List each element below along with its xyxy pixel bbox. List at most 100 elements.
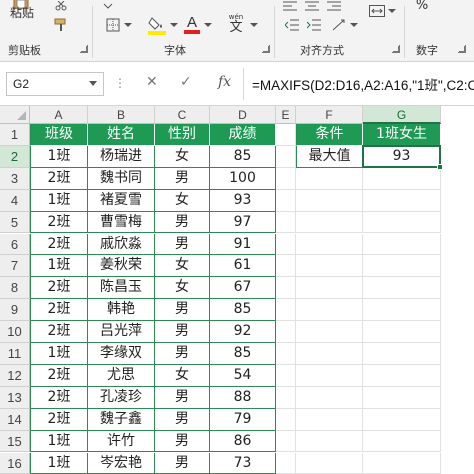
borders-icon[interactable] xyxy=(104,16,122,34)
table-cell[interactable] xyxy=(296,364,363,387)
table-cell[interactable] xyxy=(276,299,296,322)
table-header-cell[interactable]: 性别 xyxy=(155,124,210,146)
table-cell[interactable] xyxy=(296,299,363,322)
table-cell[interactable] xyxy=(363,386,441,409)
table-cell[interactable]: 最大值 xyxy=(296,145,363,168)
column-header-a[interactable]: A xyxy=(30,106,88,124)
row-header[interactable]: 5 xyxy=(0,211,30,234)
row-header[interactable]: 2 xyxy=(0,145,30,168)
table-cell[interactable]: 褚夏雪 xyxy=(88,189,155,212)
table-cell[interactable]: 85 xyxy=(210,343,276,365)
table-cell[interactable] xyxy=(276,124,296,146)
table-cell[interactable]: 吕光萍 xyxy=(88,321,155,343)
cancel-icon[interactable]: ✕ xyxy=(146,74,158,90)
table-cell[interactable]: 79 xyxy=(210,408,276,431)
table-cell[interactable] xyxy=(296,255,363,278)
table-cell[interactable]: 男 xyxy=(155,408,210,431)
table-cell[interactable] xyxy=(363,364,441,387)
table-cell[interactable]: 杨瑞进 xyxy=(88,145,155,168)
table-cell[interactable] xyxy=(276,167,296,190)
table-cell[interactable] xyxy=(296,452,363,474)
table-cell[interactable]: 男 xyxy=(155,452,210,474)
table-cell[interactable]: 2班 xyxy=(30,408,88,431)
table-cell[interactable]: 陈昌玉 xyxy=(88,277,155,300)
row-header[interactable]: 1 xyxy=(0,124,30,146)
column-header-c[interactable]: C xyxy=(155,106,210,124)
orientation-icon[interactable] xyxy=(330,18,348,32)
font-launcher-icon[interactable] xyxy=(262,45,270,53)
fill-color-icon[interactable] xyxy=(146,14,168,36)
column-header-b[interactable]: B xyxy=(88,106,155,124)
table-cell[interactable]: 岑宏艳 xyxy=(88,452,155,474)
formula-input[interactable]: =MAXIFS(D2:D16,A2:A16,"1班",C2:C1 xyxy=(252,74,474,94)
column-header-d[interactable]: D xyxy=(210,106,276,124)
table-cell[interactable]: 女 xyxy=(155,364,210,387)
table-header-cell[interactable]: 姓名 xyxy=(88,124,155,146)
table-cell[interactable]: 2班 xyxy=(30,386,88,409)
table-cell[interactable]: 1班 xyxy=(30,430,88,453)
column-header-e[interactable]: E xyxy=(276,106,296,124)
table-cell[interactable] xyxy=(296,189,363,212)
table-cell[interactable]: 曹雪梅 xyxy=(88,211,155,234)
decrease-indent-icon[interactable] xyxy=(284,18,300,32)
table-cell[interactable] xyxy=(276,452,296,474)
merge-center-icon[interactable] xyxy=(368,4,386,18)
table-cell[interactable]: 93 xyxy=(363,145,441,168)
table-cell[interactable] xyxy=(276,211,296,234)
table-header-cell[interactable]: 班级 xyxy=(30,124,88,146)
table-cell[interactable]: 2班 xyxy=(30,167,88,190)
increase-indent-icon[interactable] xyxy=(306,18,322,32)
table-cell[interactable] xyxy=(363,452,441,474)
column-header-f[interactable]: F xyxy=(296,106,363,124)
table-cell[interactable]: 73 xyxy=(210,452,276,474)
row-header[interactable]: 3 xyxy=(0,167,30,190)
table-cell[interactable] xyxy=(363,189,441,212)
table-cell[interactable] xyxy=(363,211,441,234)
table-cell[interactable]: 54 xyxy=(210,364,276,387)
table-cell[interactable]: 2班 xyxy=(30,233,88,256)
cut-icon[interactable] xyxy=(54,0,68,12)
table-cell[interactable]: 女 xyxy=(155,189,210,212)
table-cell[interactable]: 男 xyxy=(155,233,210,256)
row-header[interactable]: 12 xyxy=(0,364,30,387)
table-cell[interactable]: 92 xyxy=(210,321,276,343)
table-cell[interactable]: 93 xyxy=(210,189,276,212)
row-header[interactable]: 4 xyxy=(0,189,30,212)
table-cell[interactable] xyxy=(363,277,441,300)
table-cell[interactable]: 2班 xyxy=(30,364,88,387)
table-cell[interactable]: 李缘双 xyxy=(88,343,155,365)
enter-icon[interactable]: ✓ xyxy=(180,74,192,90)
table-cell[interactable]: 尤思 xyxy=(88,364,155,387)
table-cell[interactable] xyxy=(296,321,363,343)
table-cell[interactable]: 2班 xyxy=(30,211,88,234)
row-header[interactable]: 14 xyxy=(0,408,30,431)
table-cell[interactable]: 1班 xyxy=(30,145,88,168)
table-cell[interactable]: 2班 xyxy=(30,299,88,322)
table-header-cell[interactable]: 成绩 xyxy=(210,124,276,146)
table-cell[interactable] xyxy=(363,233,441,256)
font-size-dropdown-icon[interactable] xyxy=(100,0,116,12)
table-cell[interactable]: 男 xyxy=(155,167,210,190)
table-cell[interactable] xyxy=(363,255,441,278)
table-cell[interactable]: 姜秋荣 xyxy=(88,255,155,278)
table-cell[interactable]: 男 xyxy=(155,430,210,453)
alignment-launcher-icon[interactable] xyxy=(392,45,400,53)
table-cell[interactable]: 85 xyxy=(210,299,276,322)
fill-handle[interactable] xyxy=(437,163,443,170)
table-cell[interactable]: 男 xyxy=(155,343,210,365)
row-header[interactable]: 8 xyxy=(0,277,30,300)
table-cell[interactable]: 韩艳 xyxy=(88,299,155,322)
row-header[interactable]: 16 xyxy=(0,452,30,474)
table-cell[interactable] xyxy=(276,277,296,300)
table-cell[interactable] xyxy=(276,255,296,278)
table-cell[interactable] xyxy=(276,233,296,256)
table-cell[interactable] xyxy=(363,430,441,453)
row-header[interactable]: 9 xyxy=(0,299,30,322)
table-cell[interactable] xyxy=(296,167,363,190)
font-color-icon[interactable]: A xyxy=(182,12,202,36)
orientation-dropdown-icon[interactable] xyxy=(350,22,358,28)
table-cell[interactable] xyxy=(276,408,296,431)
row-header[interactable]: 10 xyxy=(0,321,30,343)
table-cell[interactable]: 86 xyxy=(210,430,276,453)
table-cell[interactable]: 男 xyxy=(155,321,210,343)
